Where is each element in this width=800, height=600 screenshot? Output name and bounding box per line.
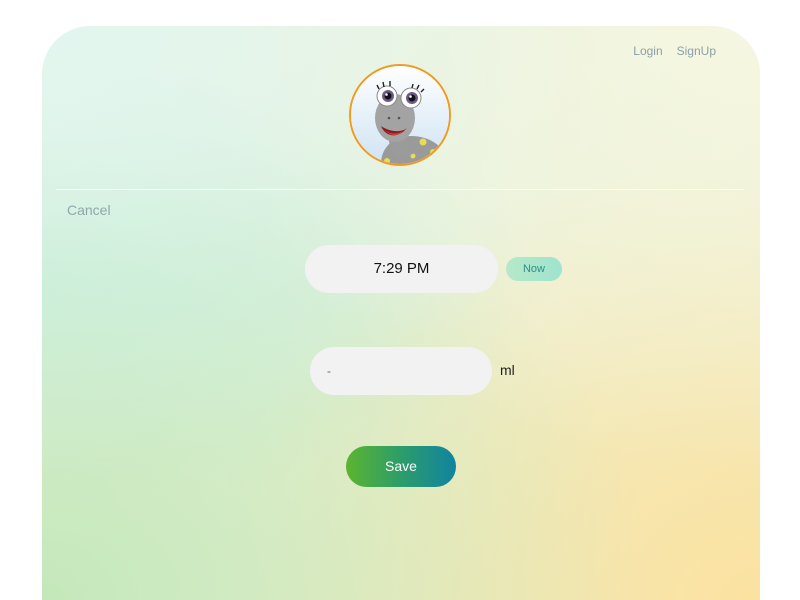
header-divider bbox=[56, 189, 744, 190]
unit-label: ml bbox=[500, 362, 515, 378]
dinosaur-mascot-icon bbox=[351, 66, 449, 164]
save-button[interactable]: Save bbox=[346, 446, 456, 487]
login-link[interactable]: Login bbox=[633, 44, 662, 58]
main-card: Login SignUp Cancel 7:29 PM Now - ml Sav… bbox=[42, 26, 760, 600]
time-input[interactable]: 7:29 PM bbox=[305, 245, 498, 293]
signup-link[interactable]: SignUp bbox=[677, 44, 716, 58]
top-nav: Login SignUp bbox=[633, 44, 716, 58]
amount-input[interactable]: - bbox=[310, 347, 492, 395]
cancel-button[interactable]: Cancel bbox=[67, 202, 111, 218]
now-button[interactable]: Now bbox=[506, 257, 562, 281]
avatar bbox=[349, 64, 451, 166]
